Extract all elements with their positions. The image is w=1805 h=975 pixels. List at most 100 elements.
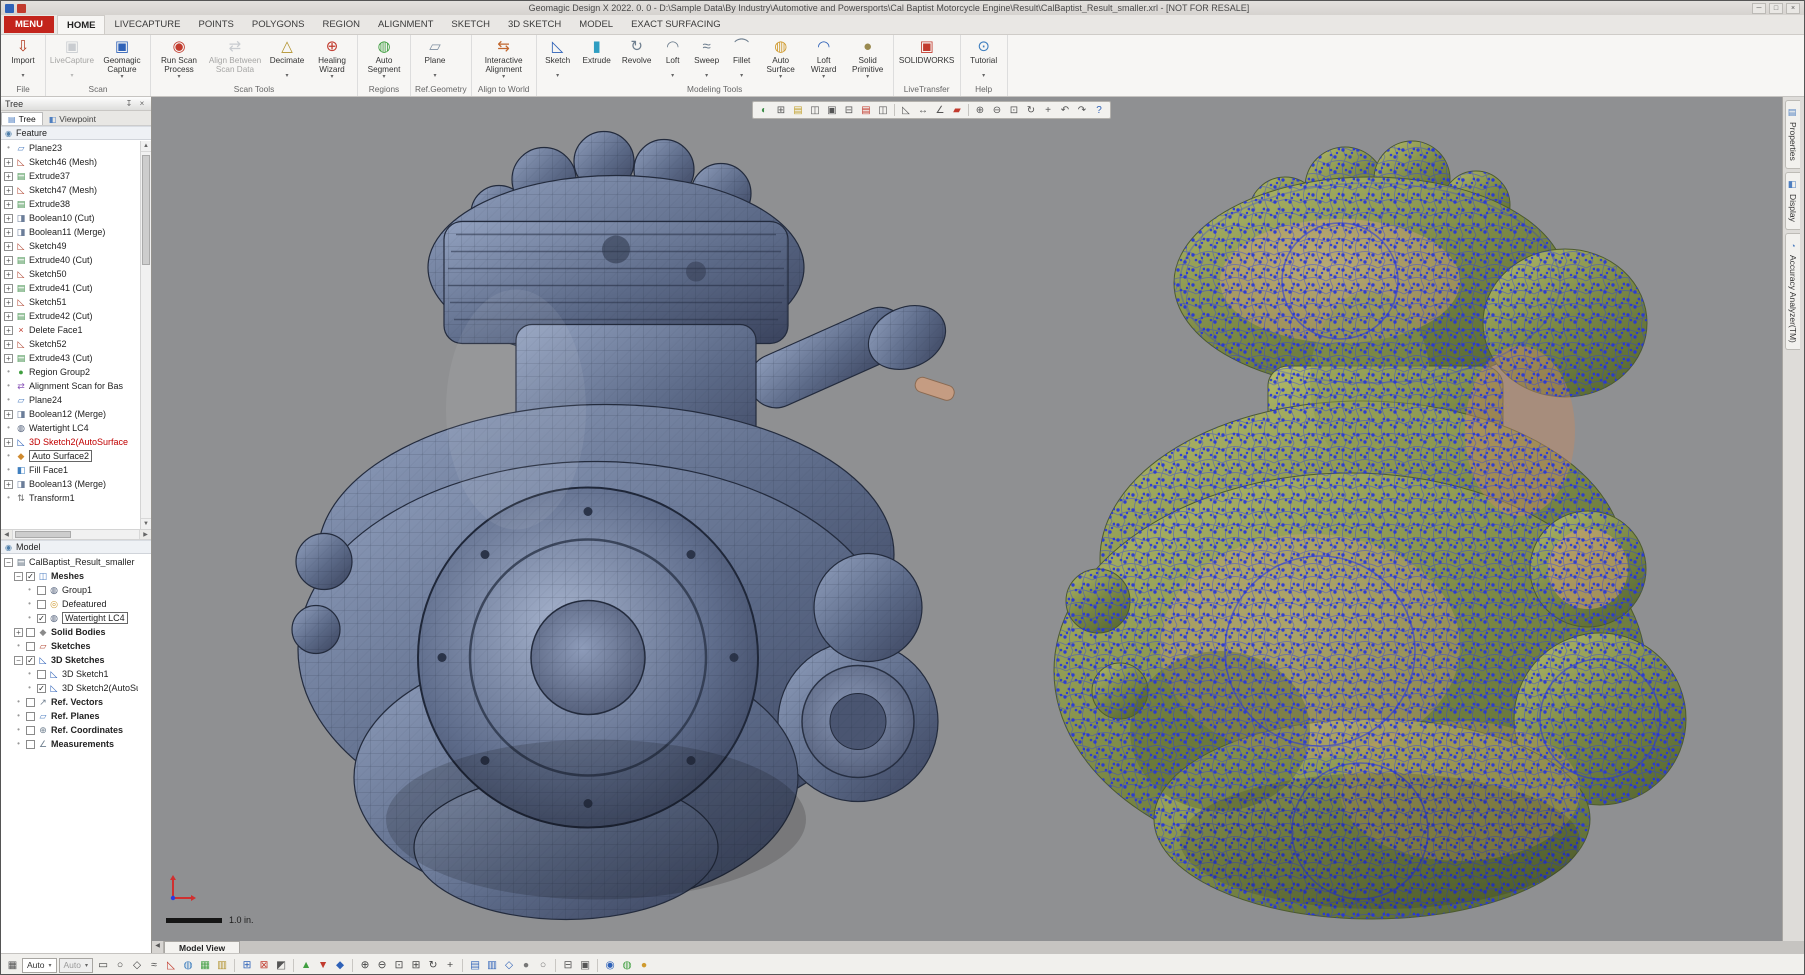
deselect-all-icon[interactable]: ⊠ bbox=[256, 958, 272, 973]
import-button[interactable]: ⇩ Import ▾ bbox=[3, 36, 43, 81]
expand-toggle[interactable] bbox=[4, 255, 13, 265]
expand-toggle[interactable] bbox=[4, 325, 13, 335]
selection-filter-dropdown[interactable]: Auto ▾ bbox=[22, 957, 57, 973]
expand-toggle[interactable] bbox=[25, 586, 34, 595]
tab-display[interactable]: ◧ Display bbox=[1785, 171, 1800, 230]
3d-viewport[interactable]: ◐ ⊞ ▤ ◫ ▣ ⊟ ▤ ◫ ◺ ↔ ∠ ▰ ⊕ ⊖ ⊡ ↻ + ↶ ↷ ? … bbox=[152, 97, 1784, 941]
visibility-checkbox[interactable] bbox=[26, 627, 35, 637]
expand-toggle[interactable] bbox=[4, 241, 13, 251]
tab-points[interactable]: POINTS bbox=[189, 15, 242, 34]
expand-toggle[interactable] bbox=[4, 368, 13, 377]
status-indicator-icon[interactable]: ● bbox=[636, 958, 652, 973]
auto-surface-button[interactable]: ◍ Auto Surface ▾ bbox=[759, 36, 803, 82]
feature-tree-item[interactable]: ◨ Boolean10 (Cut) bbox=[1, 211, 151, 225]
model-tree-item[interactable]: ◫ Meshes bbox=[1, 569, 151, 583]
expand-toggle[interactable] bbox=[4, 339, 13, 349]
expand-toggle[interactable] bbox=[4, 396, 13, 405]
feature-tree-item[interactable]: ◺ Sketch46 (Mesh) bbox=[1, 155, 151, 169]
feature-tree-item[interactable]: ◺ Sketch51 bbox=[1, 295, 151, 309]
next-view-icon[interactable]: ↷ bbox=[1074, 103, 1090, 117]
annotate-icon[interactable]: ◺ bbox=[898, 103, 914, 117]
model-tree-item[interactable]: ◺ 3D Sketch1 bbox=[1, 667, 151, 681]
model-section-header[interactable]: ◉ Model bbox=[1, 540, 151, 554]
section-plane-icon[interactable]: ▰ bbox=[949, 103, 965, 117]
feature-tree-hscrollbar[interactable]: ◀ ▶ bbox=[1, 529, 151, 540]
feature-tree-item[interactable]: ▤ Extrude40 (Cut) bbox=[1, 253, 151, 267]
plane-button[interactable]: ▱ Plane ▾ bbox=[413, 36, 457, 81]
iso-view-icon[interactable]: ◇ bbox=[501, 958, 517, 973]
expand-toggle[interactable] bbox=[4, 479, 13, 489]
expand-toggle[interactable] bbox=[4, 424, 13, 433]
zoom-in-icon[interactable]: ⊕ bbox=[357, 958, 373, 973]
wireframe-mode-icon[interactable]: ○ bbox=[535, 958, 551, 973]
model-tree-item[interactable]: ◍ Group1 bbox=[1, 583, 151, 597]
visibility-checkbox[interactable] bbox=[26, 711, 35, 721]
run-scan-process-button[interactable]: ◉ Run Scan Process ▾ bbox=[153, 36, 205, 82]
orbit-globe-icon[interactable]: ◐ bbox=[756, 103, 772, 117]
expand-toggle[interactable] bbox=[25, 684, 34, 693]
sweep-button[interactable]: ≈ Sweep ▾ bbox=[689, 36, 725, 81]
pan-view-icon[interactable]: + bbox=[1040, 103, 1056, 117]
maximize-button[interactable]: □ bbox=[1769, 2, 1783, 14]
tab-viewpoint[interactable]: ◧ Viewpoint bbox=[43, 113, 102, 125]
model-tree-item[interactable]: ⊕ Ref. Coordinates bbox=[1, 723, 151, 737]
region-filter-icon[interactable]: ▼ bbox=[315, 958, 331, 973]
front-view-icon[interactable]: ▤ bbox=[467, 958, 483, 973]
tab-region[interactable]: REGION bbox=[313, 15, 368, 34]
hscroll-thumb[interactable] bbox=[15, 531, 71, 538]
minimize-button[interactable]: ─ bbox=[1752, 2, 1766, 14]
expand-toggle[interactable] bbox=[4, 171, 13, 181]
feature-tree-item[interactable]: ◆ Auto Surface2 bbox=[1, 449, 151, 463]
model-tree-item[interactable]: ◍ Watertight LC4 bbox=[1, 611, 151, 625]
feature-tree-item[interactable]: ▤ Extrude38 bbox=[1, 197, 151, 211]
expand-toggle[interactable] bbox=[4, 213, 13, 223]
feature-tree-item[interactable]: ▤ Extrude37 bbox=[1, 169, 151, 183]
extrude-button[interactable]: ▮ Extrude bbox=[577, 36, 617, 81]
select-flood-icon[interactable]: ◍ bbox=[180, 958, 196, 973]
scroll-down-icon[interactable]: ▼ bbox=[141, 518, 151, 529]
model-tree-item[interactable]: ▱ Ref. Planes bbox=[1, 709, 151, 723]
select-polygon-icon[interactable]: ◇ bbox=[129, 958, 145, 973]
expand-toggle[interactable] bbox=[14, 740, 23, 749]
expand-toggle[interactable] bbox=[4, 382, 13, 391]
expand-toggle[interactable] bbox=[4, 269, 13, 279]
zoom-out-icon[interactable]: ⊖ bbox=[374, 958, 390, 973]
feature-tree-item[interactable]: ◺ Sketch49 bbox=[1, 239, 151, 253]
hscroll-track[interactable] bbox=[13, 530, 139, 539]
solidworks-button[interactable]: ▣ SOLIDWORKS bbox=[896, 36, 958, 81]
feature-tree-item[interactable]: ⇅ Transform1 bbox=[1, 491, 151, 505]
sketch-button[interactable]: ◺ Sketch ▾ bbox=[539, 36, 577, 81]
select-through-icon[interactable]: ▥ bbox=[214, 958, 230, 973]
model-tree-item[interactable]: ▱ Sketches bbox=[1, 639, 151, 653]
tab-properties[interactable]: ▤ Properties bbox=[1785, 100, 1800, 169]
expand-toggle[interactable] bbox=[4, 311, 13, 321]
pin-panel-icon[interactable]: ↧ bbox=[124, 99, 134, 108]
render-style-icon[interactable]: ▤ bbox=[790, 103, 806, 117]
geomagic-capture-button[interactable]: ▣ Geomagic Capture ▾ bbox=[96, 36, 148, 82]
feature-tree-item[interactable]: ▤ Extrude43 (Cut) bbox=[1, 351, 151, 365]
tab-home[interactable]: HOME bbox=[56, 15, 106, 34]
select-all-icon[interactable]: ⊞ bbox=[239, 958, 255, 973]
expand-toggle[interactable] bbox=[4, 157, 13, 167]
tutorial-button[interactable]: ⊙ Tutorial ▾ bbox=[963, 36, 1005, 81]
expand-toggle[interactable] bbox=[4, 557, 13, 567]
scroll-up-icon[interactable]: ▲ bbox=[141, 141, 151, 152]
visibility-checkbox[interactable] bbox=[26, 655, 35, 665]
decimate-button[interactable]: △ Decimate ▾ bbox=[265, 36, 309, 81]
close-panel-icon[interactable]: × bbox=[137, 99, 147, 108]
view-tab-scroll-left[interactable]: ◀ bbox=[152, 941, 164, 953]
expand-toggle[interactable] bbox=[4, 199, 13, 209]
feature-tree-item[interactable]: ◺ 3D Sketch2(AutoSurface bbox=[1, 435, 151, 449]
tab-exact-surfacing[interactable]: EXACT SURFACING bbox=[622, 15, 730, 34]
viewport-layout-icon[interactable]: ⊞ bbox=[773, 103, 789, 117]
tab-alignment[interactable]: ALIGNMENT bbox=[369, 15, 442, 34]
loft-wizard-button[interactable]: ◠ Loft Wizard ▾ bbox=[803, 36, 845, 82]
expand-toggle[interactable] bbox=[14, 571, 23, 581]
expand-toggle[interactable] bbox=[4, 409, 13, 419]
feature-section-header[interactable]: ◉ Feature bbox=[1, 126, 151, 140]
rotate-view-icon[interactable]: ↻ bbox=[1023, 103, 1039, 117]
feature-tree-item[interactable]: × Delete Face1 bbox=[1, 323, 151, 337]
expand-toggle[interactable] bbox=[25, 670, 34, 679]
expand-toggle[interactable] bbox=[4, 185, 13, 195]
capture-image-icon[interactable]: ▣ bbox=[824, 103, 840, 117]
